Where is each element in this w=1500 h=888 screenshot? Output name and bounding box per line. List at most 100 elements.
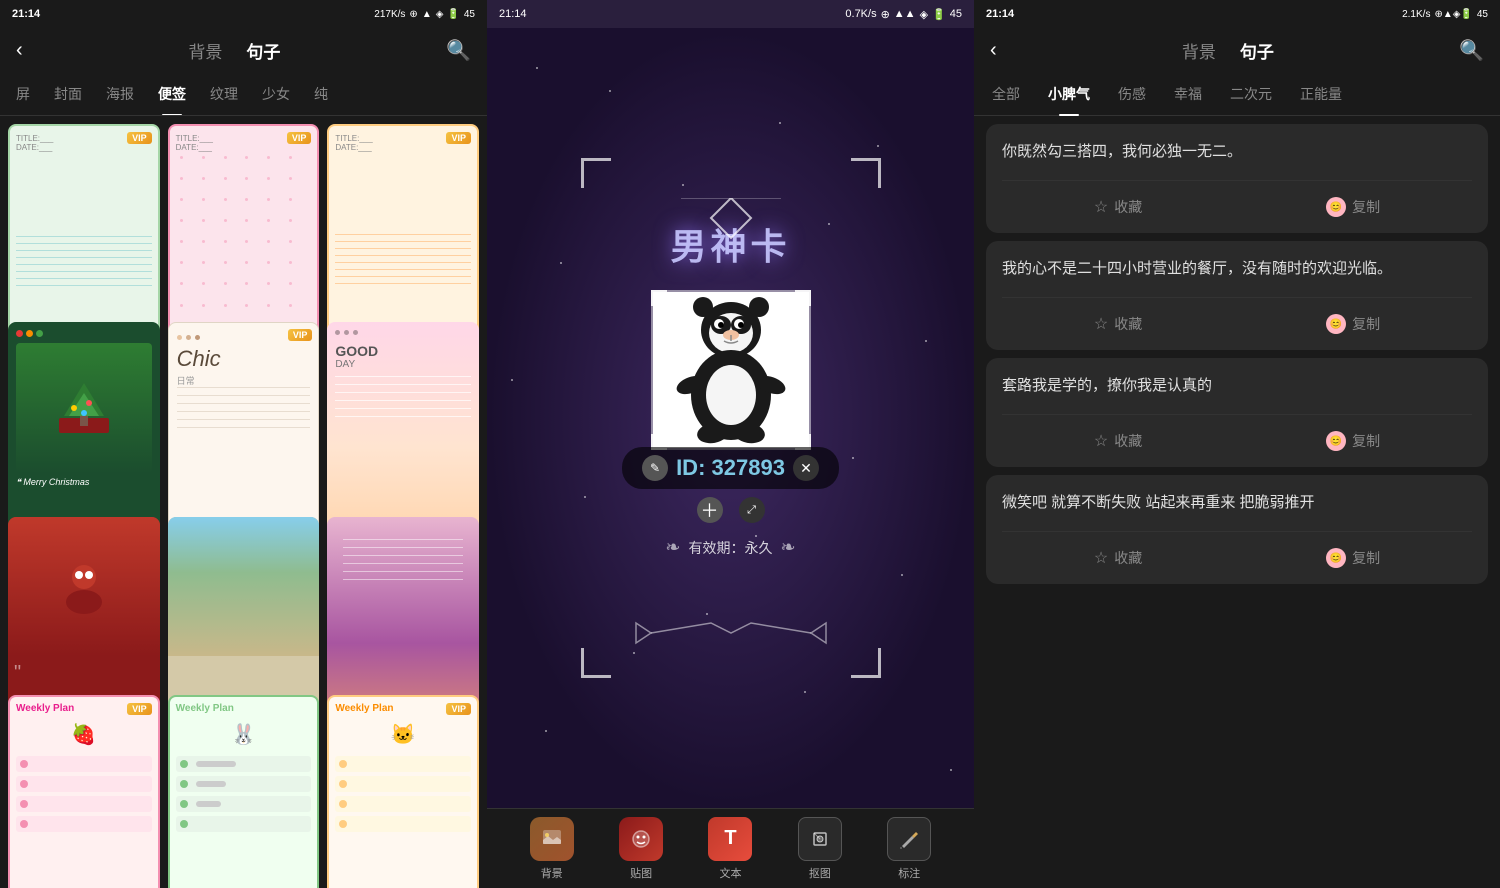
tool-crop-icon [798, 817, 842, 861]
man-god-card: 男神卡 [581, 158, 881, 678]
status-time-2: 21:14 [499, 8, 527, 20]
sent-header: ‹ 背景 句子 🔍 [974, 28, 1500, 72]
cat-cover[interactable]: 封面 [42, 72, 94, 116]
tool-mark-label: 标注 [898, 865, 920, 881]
sent-tab-positive[interactable]: 正能量 [1286, 72, 1356, 116]
vip-badge-2: VIP [287, 132, 312, 144]
tab-sentences-1[interactable]: 句子 [246, 38, 280, 63]
sentence-card-4: 微笑吧 就算不断失败 站起来再重来 把脆弱推开 ☆ 收藏 😊 复制 [986, 475, 1488, 584]
panel-preview: 21:14 0.7K/s ⊕ ▲▲ ◈ 🔋 45 [487, 0, 974, 888]
sent-actions-4: ☆ 收藏 😊 复制 [1002, 548, 1472, 568]
corner-bl [581, 648, 611, 678]
cat-screen[interactable]: 屏 [4, 72, 42, 116]
cat-girl[interactable]: 少女 [250, 72, 302, 116]
copy-btn-2[interactable]: 😊 复制 [1326, 314, 1380, 334]
network-2: 0.7K/s [845, 8, 876, 20]
bg-card-weekly-1[interactable]: VIP Weekly Plan 🍓 [8, 695, 160, 888]
chic-subtitle: 日常 [177, 374, 311, 387]
tool-text-icon: T [708, 817, 752, 861]
id-action-row: ＋ ⤢ [697, 497, 765, 523]
copy-icon-2: 😊 [1326, 314, 1346, 334]
sent-tab-sentences[interactable]: 句子 [1240, 38, 1274, 63]
id-text: ID: 327893 [676, 455, 785, 481]
bg-card-weekly-3[interactable]: VIP Weekly Plan 🐱 [327, 695, 479, 888]
preview-toolbar: 背景 贴图 T 文本 [487, 808, 974, 888]
cat-sticky[interactable]: 便签 [146, 72, 198, 116]
back-button-3[interactable]: ‹ [990, 39, 997, 62]
vip-badge-weekly-1: VIP [127, 703, 152, 715]
battery-2: 🔋 [932, 8, 946, 21]
edit-button[interactable]: ✎ [642, 455, 668, 481]
panel-background: 21:14 217K/s ⊕ ▲ ◈ 🔋 45 ‹ 背景 句子 🔍 屏 封面 海… [0, 0, 487, 888]
collect-btn-4[interactable]: ☆ 收藏 [1094, 548, 1142, 568]
tool-mark[interactable]: 标注 [887, 817, 931, 881]
signal-icon-1: ▲ [422, 9, 432, 20]
status-time-3: 21:14 [986, 8, 1014, 20]
sent-tab-bg[interactable]: 背景 [1182, 38, 1216, 63]
status-icons-1: 217K/s ⊕ ▲ ◈ 🔋 45 [374, 9, 475, 20]
sent-actions-2: ☆ 收藏 😊 复制 [1002, 314, 1472, 334]
sent-header-tabs: 背景 句子 [1182, 38, 1274, 63]
sentence-text-2: 我的心不是二十四小时营业的餐厅，没有随时的欢迎光临。 [1002, 257, 1472, 281]
bg-card-weekly-2[interactable]: Weekly Plan 🐰 [168, 695, 320, 888]
cat-pure[interactable]: 纯 [302, 72, 340, 116]
tool-sticker-icon [619, 817, 663, 861]
collect-btn-3[interactable]: ☆ 收藏 [1094, 431, 1142, 451]
tool-text[interactable]: T 文本 [708, 817, 752, 881]
copy-btn-1[interactable]: 😊 复制 [1326, 197, 1380, 217]
sentence-tabs: 全部 小脾气 伤感 幸福 二次元 正能量 [974, 72, 1500, 116]
back-button-1[interactable]: ‹ [16, 39, 23, 62]
copy-btn-3[interactable]: 😊 复制 [1326, 431, 1380, 451]
tool-bg-label: 背景 [541, 865, 563, 881]
validity-section: ❧ 有效期：永久 ❧ [665, 537, 795, 558]
cat-poster[interactable]: 海报 [94, 72, 146, 116]
collect-btn-1[interactable]: ☆ 收藏 [1094, 197, 1142, 217]
panda-image [653, 292, 809, 448]
bt-2: ⊕ [881, 8, 890, 21]
vip-badge-weekly-3: VIP [446, 703, 471, 715]
sent-tab-all[interactable]: 全部 [978, 72, 1034, 116]
network-speed-1: 217K/s [374, 9, 405, 20]
collect-btn-2[interactable]: ☆ 收藏 [1094, 314, 1142, 334]
good-day-title: GOOD [335, 343, 471, 359]
category-nav: 屏 封面 海报 便签 纹理 少女 纯 [0, 72, 487, 116]
tool-sticker[interactable]: 贴图 [619, 817, 663, 881]
batt-level-2: 45 [950, 8, 962, 20]
copy-btn-4[interactable]: 😊 复制 [1326, 548, 1380, 568]
status-bar-1: 21:14 217K/s ⊕ ▲ ◈ 🔋 45 [0, 0, 487, 28]
sentence-card-2: 我的心不是二十四小时营业的餐厅，没有随时的欢迎光临。 ☆ 收藏 😊 复制 [986, 241, 1488, 350]
close-button[interactable]: ✕ [793, 455, 819, 481]
cat-texture[interactable]: 纹理 [198, 72, 250, 116]
card-photo-frame[interactable] [651, 290, 811, 450]
tool-background[interactable]: 背景 [530, 817, 574, 881]
card-bottom-deco [581, 618, 881, 648]
expand-button[interactable]: ⤢ [739, 497, 765, 523]
validity-text: 有效期：永久 [689, 538, 773, 558]
wifi-icon-1: ◈ [436, 9, 444, 20]
sent-tab-sad[interactable]: 伤感 [1104, 72, 1160, 116]
add-button[interactable]: ＋ [697, 497, 723, 523]
vip-badge-3: VIP [446, 132, 471, 144]
sentence-card-1: 你既然勾三搭四，我何必独一无二。 ☆ 收藏 😊 复制 [986, 124, 1488, 233]
copy-icon-3: 😊 [1326, 431, 1346, 451]
sent-tab-anime[interactable]: 二次元 [1216, 72, 1286, 116]
header-1: ‹ 背景 句子 🔍 [0, 28, 487, 72]
tool-mark-icon [887, 817, 931, 861]
sent-actions-3: ☆ 收藏 😊 复制 [1002, 431, 1472, 451]
star-icon-3: ☆ [1094, 431, 1108, 451]
search-button-1[interactable]: 🔍 [446, 38, 471, 63]
sent-tab-happy[interactable]: 幸福 [1160, 72, 1216, 116]
card-preview-area: 男神卡 [487, 28, 974, 808]
christmas-text: ❝ Merry Christmas [16, 477, 89, 488]
battery-icon-1: 🔋 [447, 9, 459, 20]
status-time-1: 21:14 [12, 8, 40, 20]
tab-background[interactable]: 背景 [188, 38, 222, 63]
search-button-3[interactable]: 🔍 [1459, 38, 1484, 63]
wifi-2: ◈ [920, 8, 928, 21]
christmas-image [16, 343, 152, 473]
sentence-text-4: 微笑吧 就算不断失败 站起来再重来 把脆弱推开 [1002, 491, 1472, 515]
network-3: 2.1K/s [1402, 9, 1430, 20]
tool-crop[interactable]: 抠图 [798, 817, 842, 881]
tool-sticker-label: 贴图 [630, 865, 652, 881]
sent-tab-temper[interactable]: 小脾气 [1034, 72, 1104, 116]
